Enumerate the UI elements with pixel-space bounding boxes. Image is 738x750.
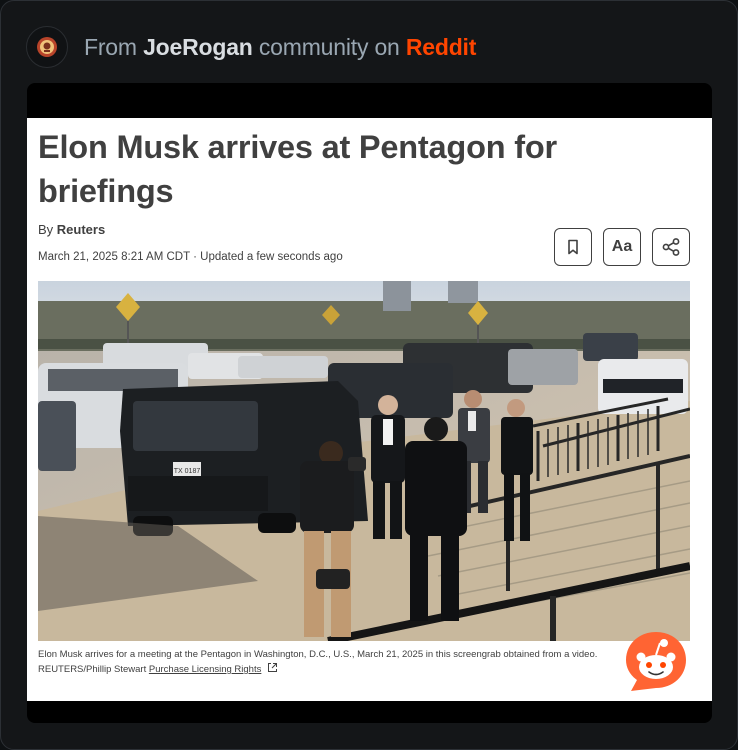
external-link-icon <box>268 663 277 672</box>
caption-credit: REUTERS/Phillip Stewart <box>38 664 147 675</box>
article-byline: By Reuters <box>38 222 105 237</box>
purchase-licensing-link: Purchase Licensing Rights <box>148 664 262 675</box>
share-button <box>652 228 690 266</box>
bookmark-button <box>554 228 592 266</box>
community-attribution: From JoeRogan community on Reddit <box>84 34 476 61</box>
post-image[interactable]: Elon Musk arrives at Pentagon for briefi… <box>27 83 712 723</box>
reddit-link[interactable]: Reddit <box>406 34 477 60</box>
reddit-embed-card: From JoeRogan community on Reddit Elon M… <box>0 0 738 750</box>
from-label: From <box>84 33 137 60</box>
text-size-label: Aa <box>611 238 633 255</box>
community-logo-icon <box>37 37 57 57</box>
share-icon <box>662 238 680 256</box>
community-name-link[interactable]: JoeRogan <box>143 34 253 60</box>
article-screenshot: Elon Musk arrives at Pentagon for briefi… <box>27 118 712 701</box>
article-dateline: March 21, 2025 8:21 AM CDT · Updated a f… <box>38 251 343 263</box>
caption-credit-line: REUTERS/Phillip Stewart Purchase Licensi… <box>38 662 638 677</box>
caption-text: Elon Musk arrives for a meeting at the P… <box>38 649 598 660</box>
text-size-button: Aa <box>603 228 641 266</box>
article-headline: Elon Musk arrives at Pentagon for briefi… <box>38 129 557 209</box>
embed-header: From JoeRogan community on Reddit <box>26 25 476 69</box>
bookmark-icon <box>568 239 578 255</box>
photo-caption: Elon Musk arrives for a meeting at the P… <box>38 648 638 677</box>
article-photo: TX 0187 <box>38 281 690 641</box>
byline-source: Reuters <box>56 222 106 237</box>
byline-prefix: By <box>38 222 54 237</box>
reddit-snoo-icon[interactable] <box>623 629 689 695</box>
license-plate-text: TX 0187 <box>174 468 201 475</box>
community-avatar[interactable] <box>26 26 68 68</box>
community-on-label: community on <box>258 33 400 60</box>
pentagon-arrival-photo: TX 0187 <box>38 281 690 641</box>
article-toolbar: Aa <box>554 228 690 266</box>
